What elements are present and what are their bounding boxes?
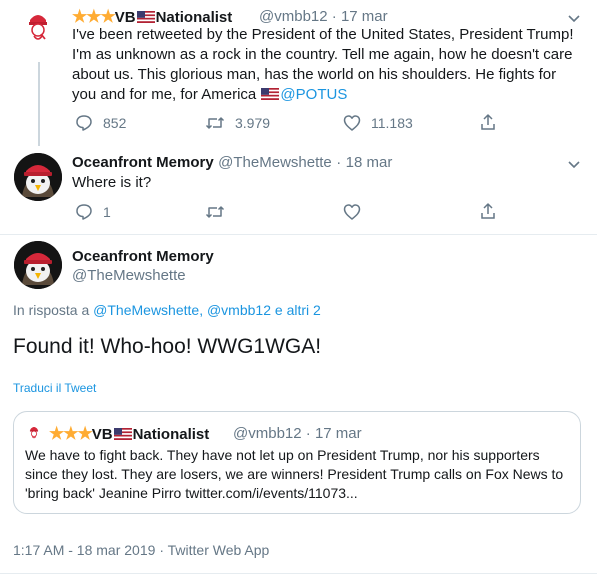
quote-avatar — [25, 423, 43, 441]
main-tweet-text: Found it! Who-hoo! WWG1WGA! — [13, 335, 322, 358]
quote-author-name: ★★★VB Nationalist — [49, 424, 209, 444]
separator: · — [305, 425, 311, 442]
separator: · — [336, 154, 342, 171]
like-button[interactable] — [343, 203, 361, 221]
like-icon — [343, 115, 361, 131]
tweet1-name-suffix: Nationalist — [155, 9, 233, 26]
tweet-timestamp[interactable]: 1:17 AM - 18 mar 2019 — [13, 542, 155, 558]
chevron-down-icon[interactable] — [566, 156, 582, 172]
tweet-source-app[interactable]: Twitter Web App — [168, 542, 270, 558]
like-count: 11.183 — [371, 115, 413, 131]
tweet1-handle[interactable]: @vmbb12 — [259, 8, 328, 25]
us-flag-icon — [261, 88, 280, 100]
quote-text: We have to fight back. They have not let… — [25, 447, 564, 501]
like-button[interactable]: 11.183 — [343, 114, 413, 132]
quote-name-suffix: Nationalist — [132, 426, 210, 443]
quote-handle: @vmbb12 — [233, 425, 302, 442]
tweet1-author-name[interactable]: ★★★VB Nationalist — [72, 7, 232, 27]
share-button[interactable] — [479, 113, 497, 131]
tweet1-text: I've been retweeted by the President of … — [72, 25, 582, 105]
tweet2-author-name[interactable]: Oceanfront Memory — [72, 154, 214, 171]
tweet2-text: Where is it? — [72, 174, 152, 191]
reply-to-themewshette[interactable]: @TheMewshette, — [93, 302, 203, 318]
tweet1-name-prefix: VB — [114, 9, 136, 26]
us-flag-icon — [136, 11, 155, 23]
reply-count: 852 — [103, 115, 127, 131]
share-icon — [481, 114, 495, 130]
main-author-name[interactable]: Oceanfront Memory — [72, 248, 214, 265]
star-icon: ★★★ — [49, 424, 93, 443]
retweet-icon — [205, 206, 225, 218]
reply-button[interactable]: 1 — [75, 203, 111, 221]
star-icon: ★★★ — [72, 7, 116, 26]
translate-tweet-link[interactable]: Traduci il Tweet — [13, 381, 96, 395]
avatar-vmbb12[interactable] — [18, 6, 58, 46]
tweet2-header: Oceanfront Memory @TheMewshette · 18 mar — [72, 154, 392, 172]
reply-icon — [76, 115, 92, 131]
retweet-count: 3.979 — [235, 115, 271, 131]
retweet-button[interactable]: 3.979 — [205, 114, 270, 132]
reply-and: e — [274, 302, 283, 318]
reply-prefix: In risposta a — [13, 302, 90, 318]
quote-date: 17 mar — [314, 425, 362, 442]
divider — [0, 573, 597, 574]
reply-count: 1 — [103, 204, 111, 220]
quote-name-prefix: VB — [91, 426, 113, 443]
tweet2-handle[interactable]: @TheMewshette — [218, 154, 332, 171]
reply-others[interactable]: altri 2 — [287, 302, 321, 318]
quote-handle-line: @vmbb12 · 17 mar — [233, 425, 362, 442]
avatar-themewshette[interactable] — [14, 241, 62, 289]
share-icon — [481, 203, 495, 219]
reply-to-vmbb12[interactable]: @vmbb12 — [207, 302, 271, 318]
retweet-button[interactable] — [205, 203, 225, 221]
tweet2-date[interactable]: 18 mar — [346, 154, 393, 171]
thread-line — [38, 62, 40, 146]
like-icon — [343, 204, 361, 220]
separator: · — [159, 542, 164, 558]
reply-icon — [76, 204, 92, 220]
tweet-footer: 1:17 AM - 18 mar 2019 · Twitter Web App — [13, 542, 269, 558]
divider — [0, 234, 597, 235]
reply-context: In risposta a @TheMewshette, @vmbb12 e a… — [13, 302, 321, 318]
tweet1-mention[interactable]: @POTUS — [280, 86, 347, 103]
avatar-themewshette[interactable] — [14, 153, 62, 201]
separator: · — [331, 8, 337, 25]
tweet1-handle-line: @vmbb12 · 17 mar — [259, 8, 388, 25]
retweet-icon — [205, 117, 225, 129]
main-author-handle[interactable]: @TheMewshette — [72, 267, 186, 284]
tweet1-date[interactable]: 17 mar — [341, 8, 388, 25]
reply-button[interactable]: 852 — [75, 114, 126, 132]
us-flag-icon — [113, 428, 132, 440]
share-button[interactable] — [479, 202, 497, 220]
chevron-down-icon[interactable] — [566, 10, 582, 26]
